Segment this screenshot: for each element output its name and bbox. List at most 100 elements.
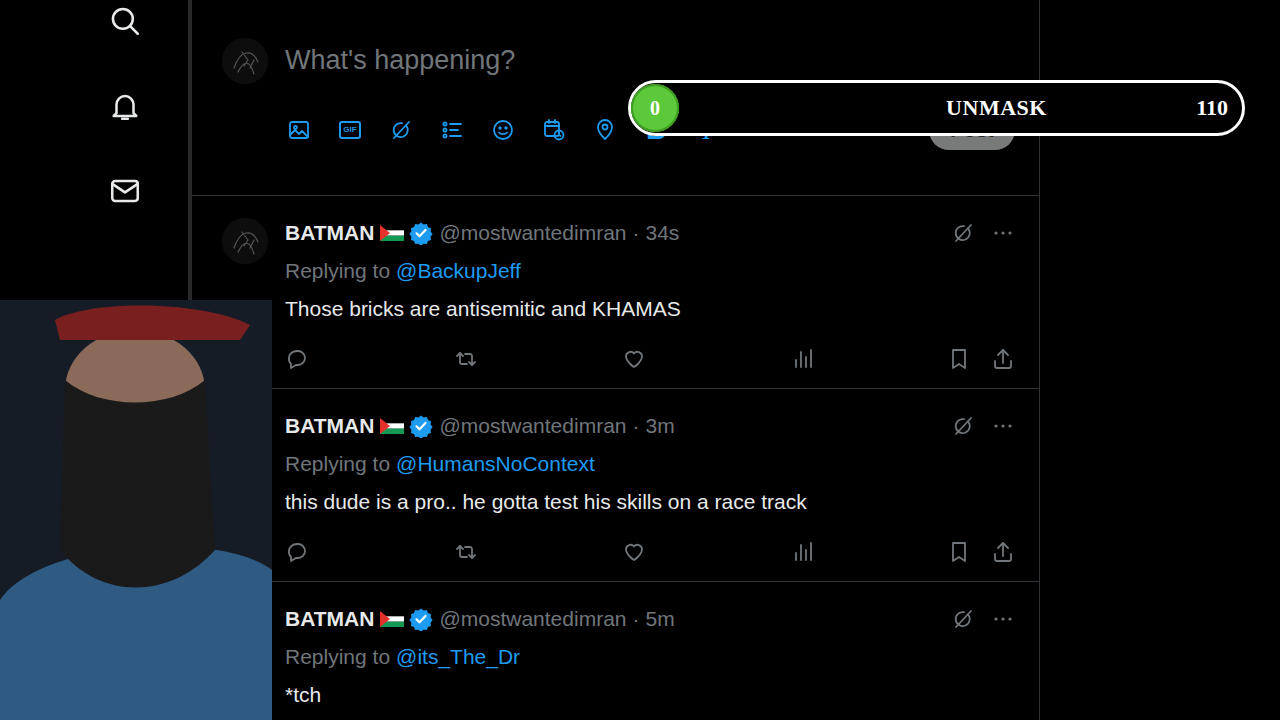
tweet-text: Those bricks are antisemitic and KHAMAS xyxy=(285,297,681,321)
poll-button[interactable] xyxy=(440,117,464,143)
webcam-person-icon xyxy=(0,300,272,720)
tweet-text: *tch xyxy=(285,683,321,707)
avatar[interactable] xyxy=(222,38,268,84)
like-icon xyxy=(622,540,646,564)
tweet[interactable]: BATMAN @mostwantedimran ·5m Replying to@its… xyxy=(192,582,1039,720)
location-button[interactable] xyxy=(593,117,617,143)
sidebar-item[interactable] xyxy=(108,4,188,38)
grok-button[interactable] xyxy=(951,414,975,438)
more-button[interactable] xyxy=(991,607,1015,631)
messages-icon xyxy=(108,174,142,208)
palestine-flag-icon xyxy=(380,225,404,241)
grok-icon xyxy=(951,607,975,631)
share-button[interactable] xyxy=(991,540,1015,564)
palestine-flag-icon xyxy=(380,611,404,627)
author-handle[interactable]: @mostwantedimran xyxy=(439,414,626,438)
views-button[interactable] xyxy=(791,347,815,371)
replying-label: Replying to xyxy=(285,259,390,283)
author-handle[interactable]: @mostwantedimran xyxy=(439,221,626,245)
verified-badge-icon xyxy=(409,221,433,245)
grok-button[interactable] xyxy=(951,221,975,245)
webcam-feed xyxy=(0,300,272,720)
reply-icon xyxy=(285,347,309,371)
tweet-actions xyxy=(285,537,1015,567)
avatar-icon xyxy=(222,38,268,84)
bookmark-icon xyxy=(947,347,971,371)
retweet-icon xyxy=(454,540,478,564)
author-name[interactable]: BATMAN xyxy=(285,221,374,245)
poll-icon xyxy=(440,118,464,142)
more-button[interactable] xyxy=(991,221,1015,245)
like-button[interactable] xyxy=(622,540,646,564)
image-icon xyxy=(287,118,311,142)
reply-target-link[interactable]: @BackupJeff xyxy=(396,259,521,283)
author-name[interactable]: BATMAN xyxy=(285,607,374,631)
gif-button[interactable]: GIF xyxy=(338,117,362,143)
share-button[interactable] xyxy=(991,347,1015,371)
progress-max: 110 xyxy=(1196,95,1228,121)
bookmark-button[interactable] xyxy=(947,540,971,564)
more-button[interactable] xyxy=(991,414,1015,438)
avatar[interactable] xyxy=(222,218,268,264)
progress-label: UNMASK xyxy=(946,95,1047,121)
bookmark-button[interactable] xyxy=(947,347,971,371)
separator: · xyxy=(633,607,640,631)
share-icon xyxy=(991,540,1015,564)
views-icon xyxy=(791,347,815,371)
retweet-button[interactable] xyxy=(454,347,478,371)
reply-button[interactable] xyxy=(285,347,309,371)
schedule-button[interactable] xyxy=(542,117,566,143)
timestamp[interactable]: 5m xyxy=(646,607,675,631)
verified-badge-icon xyxy=(409,607,433,631)
emoji-icon xyxy=(491,118,515,142)
palestine-flag-icon xyxy=(380,418,404,434)
tweet[interactable]: BATMAN @mostwantedimran ·3m Replying to@Hum… xyxy=(192,389,1039,582)
tweet-text: this dude is a pro.. he gotta test his s… xyxy=(285,490,807,514)
grok-button[interactable] xyxy=(951,607,975,631)
grok-icon xyxy=(951,414,975,438)
bookmark-icon xyxy=(947,540,971,564)
tweet[interactable]: BATMAN @mostwantedimran ·34s Replying to@Ba… xyxy=(192,196,1039,389)
more-icon xyxy=(991,607,1015,631)
more-icon xyxy=(991,414,1015,438)
separator: · xyxy=(633,221,640,245)
emoji-button[interactable] xyxy=(491,117,515,143)
grok-button[interactable] xyxy=(389,117,413,143)
gif-icon: GIF xyxy=(339,121,360,139)
verified-badge-icon xyxy=(409,414,433,438)
reply-target-link[interactable]: @its_The_Dr xyxy=(396,645,520,669)
retweet-icon xyxy=(454,347,478,371)
avatar-icon xyxy=(222,218,268,264)
separator: · xyxy=(633,414,640,438)
replying-label: Replying to xyxy=(285,452,390,476)
sidebar-item[interactable] xyxy=(108,89,188,123)
views-button[interactable] xyxy=(791,540,815,564)
search-icon xyxy=(108,4,142,38)
compose-input[interactable] xyxy=(285,38,1015,82)
grok-icon xyxy=(389,118,413,142)
timestamp[interactable]: 34s xyxy=(646,221,680,245)
timestamp[interactable]: 3m xyxy=(646,414,675,438)
media-button[interactable] xyxy=(287,117,311,143)
views-icon xyxy=(791,540,815,564)
reply-button[interactable] xyxy=(285,540,309,564)
replying-label: Replying to xyxy=(285,645,390,669)
author-handle[interactable]: @mostwantedimran xyxy=(439,607,626,631)
notifications-icon xyxy=(108,89,142,123)
tweet-actions xyxy=(285,344,1015,374)
more-icon xyxy=(991,221,1015,245)
retweet-button[interactable] xyxy=(454,540,478,564)
grok-icon xyxy=(951,221,975,245)
unmask-progress-bar: UNMASK 110 0 xyxy=(628,80,1245,136)
progress-knob: 0 xyxy=(631,84,679,132)
like-icon xyxy=(622,347,646,371)
reply-target-link[interactable]: @HumansNoContext xyxy=(396,452,595,476)
like-button[interactable] xyxy=(622,347,646,371)
progress-track xyxy=(633,85,1240,131)
sidebar-item[interactable] xyxy=(108,174,188,208)
share-icon xyxy=(991,347,1015,371)
location-icon xyxy=(593,118,617,142)
schedule-icon xyxy=(542,118,566,142)
reply-icon xyxy=(285,540,309,564)
author-name[interactable]: BATMAN xyxy=(285,414,374,438)
